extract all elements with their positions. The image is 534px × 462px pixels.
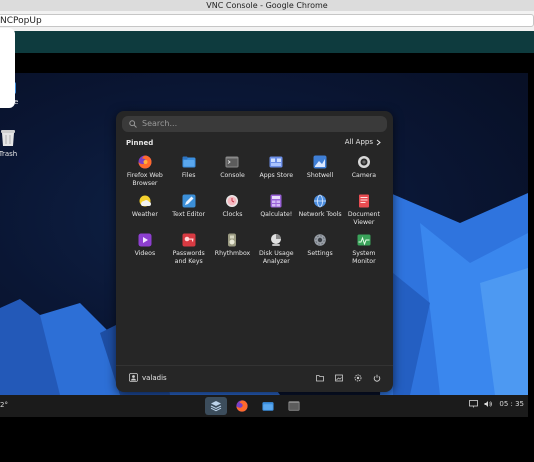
vnc-border — [0, 53, 534, 73]
app-label: Passwords and Keys — [172, 250, 205, 265]
weather-icon — [139, 195, 151, 207]
taskbar-firefox[interactable] — [231, 397, 253, 415]
app-passwords-and-keys[interactable]: Passwords and Keys — [167, 231, 211, 270]
app-clocks[interactable]: Clocks — [211, 192, 255, 231]
clock-icon — [226, 195, 239, 207]
taskbar-files[interactable] — [257, 397, 279, 415]
app-weather[interactable]: Weather — [123, 192, 167, 231]
firefox-icon — [138, 155, 152, 169]
rhythmbox-icon — [228, 233, 237, 247]
app-label: Files — [181, 172, 196, 179]
terminal-icon — [288, 401, 300, 411]
browser-title-bar: VNC Console - Google Chrome — [0, 0, 534, 11]
vnc-bottom-border — [0, 417, 534, 462]
power-icon[interactable] — [373, 374, 381, 382]
app-label: Shotwell — [306, 172, 334, 179]
search-icon — [129, 120, 137, 128]
firefox-icon — [236, 400, 248, 412]
menu-footer: valadis — [116, 365, 393, 392]
keys-icon — [182, 233, 196, 247]
system-tray: 05 : 35 — [469, 400, 524, 408]
weather-temp: 2° — [0, 401, 8, 409]
chevron-right-icon — [376, 139, 381, 145]
app-label: Apps Store — [259, 172, 294, 179]
app-label: System Monitor — [352, 250, 376, 265]
image-icon[interactable] — [335, 374, 343, 382]
app-rhythmbox[interactable]: Rhythmbox — [211, 231, 255, 270]
app-firefox[interactable]: Firefox Web Browser — [123, 153, 167, 192]
search-placeholder: Search... — [142, 119, 178, 128]
network-tray-icon[interactable] — [469, 400, 479, 408]
app-settings[interactable]: Settings — [298, 231, 342, 270]
app-label: Disk Usage Analyzer — [259, 250, 294, 265]
search-input[interactable]: Search... — [122, 116, 387, 132]
app-network-tools[interactable]: Network Tools — [298, 192, 342, 231]
all-apps-label: All Apps — [344, 138, 373, 146]
app-videos[interactable]: Videos — [123, 231, 167, 270]
app-menu: Search... Pinned All Apps Firefox Web Br… — [116, 111, 393, 392]
document-icon — [358, 194, 369, 208]
app-label: Firefox Web Browser — [126, 172, 163, 187]
taskbar-console[interactable] — [283, 397, 305, 415]
app-shotwell[interactable]: Shotwell — [298, 153, 342, 192]
terminal-icon — [225, 156, 239, 168]
app-label: Console — [220, 172, 245, 179]
settings-icon — [314, 234, 326, 246]
folder-icon[interactable] — [316, 374, 324, 382]
app-label: Videos — [134, 250, 156, 257]
user-button[interactable]: valadis — [129, 373, 167, 382]
pinned-heading: Pinned — [126, 139, 154, 147]
url-field[interactable]: /NCPopUp — [0, 14, 534, 27]
app-files[interactable]: Files — [167, 153, 211, 192]
volume-icon[interactable] — [484, 400, 493, 408]
app-disk-usage-analyzer[interactable]: Disk Usage Analyzer — [254, 231, 298, 270]
popup-overlay — [0, 28, 15, 108]
shotwell-icon — [313, 155, 327, 169]
all-apps-button[interactable]: All Apps — [345, 138, 381, 146]
store-icon — [269, 156, 283, 168]
app-label: Camera — [351, 172, 377, 179]
user-name: valadis — [142, 373, 167, 382]
desktop-icon-trash[interactable]: Trash — [0, 129, 28, 158]
app-label: Weather — [131, 211, 158, 218]
app-label: Document Viewer — [347, 211, 380, 226]
network-icon — [314, 194, 327, 208]
disk-usage-icon — [271, 234, 282, 246]
app-menu-button[interactable] — [205, 397, 227, 415]
menu-actions — [316, 374, 381, 382]
clock[interactable]: 05 : 35 — [499, 400, 524, 408]
app-camera[interactable]: Camera — [342, 153, 386, 192]
app-label: Qalculate! — [260, 211, 293, 218]
app-label: Rhythmbox — [214, 250, 251, 257]
layers-icon — [210, 401, 222, 412]
app-label: Text Editor — [172, 211, 206, 218]
app-system-monitor[interactable]: System Monitor — [342, 231, 386, 270]
app-document-viewer[interactable]: Document Viewer — [342, 192, 386, 231]
folder-icon — [262, 402, 274, 411]
app-label: Settings — [307, 250, 333, 257]
app-label: Network Tools — [298, 211, 342, 218]
address-bar: /NCPopUp — [0, 11, 534, 32]
desktop-icon-label: Trash — [0, 150, 18, 158]
videos-icon — [138, 233, 152, 247]
camera-icon — [357, 156, 370, 168]
calculator-icon — [270, 194, 282, 208]
taskbar-apps — [205, 397, 305, 415]
folder-icon — [182, 156, 196, 168]
trash-icon — [1, 130, 15, 146]
system-monitor-icon — [357, 234, 371, 246]
app-qalculate[interactable]: Qalculate! — [254, 192, 298, 231]
text-editor-icon — [182, 194, 196, 208]
pinned-apps-grid: Firefox Web Browser Files Console Apps S… — [123, 153, 386, 270]
taskbar: 2° 05: 35 — [0, 395, 528, 417]
user-avatar-icon — [129, 373, 138, 382]
window-title: VNC Console - Google Chrome — [206, 1, 328, 10]
app-console[interactable]: Console — [211, 153, 255, 192]
gear-icon[interactable] — [354, 374, 362, 382]
app-label: Clocks — [222, 211, 243, 218]
vnc-toolbar — [0, 31, 534, 53]
app-store[interactable]: Apps Store — [254, 153, 298, 192]
app-text-editor[interactable]: Text Editor — [167, 192, 211, 231]
